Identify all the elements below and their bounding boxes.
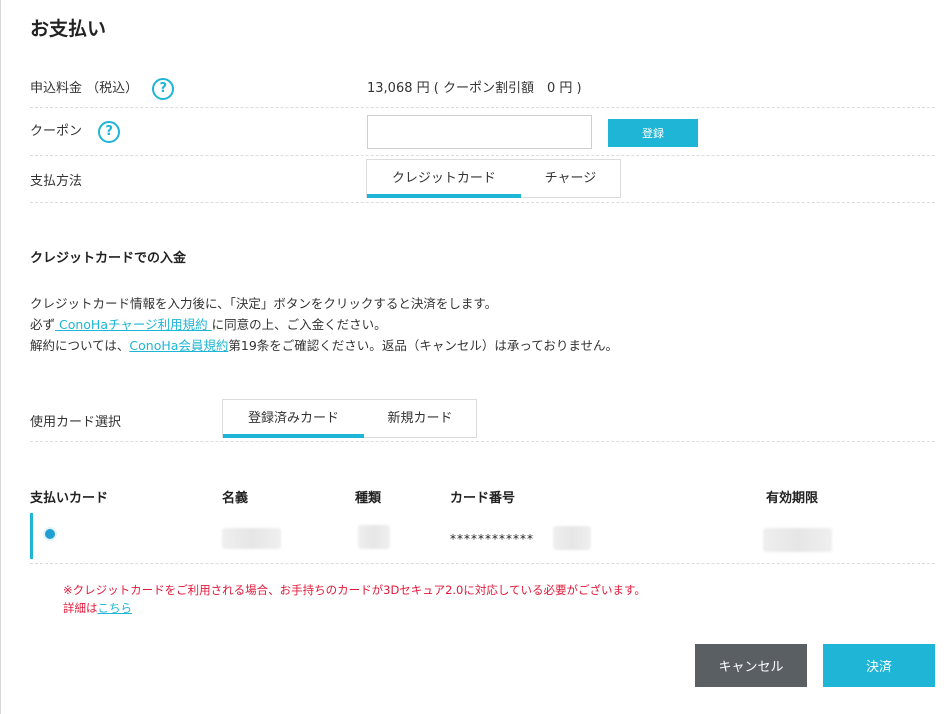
divider [30,202,935,203]
payment-method-tabs: クレジットカード チャージ [366,159,621,198]
header-card-type: 種類 [355,491,382,506]
card-number: ************ [450,532,534,546]
credit-desc-line3: 解約については、ConoHa会員規約第19条をご確認ください。返品（キャンセル）… [30,335,618,354]
page-title: お支払い [30,18,107,40]
header-payment-card: 支払いカード [30,491,109,506]
divider [30,441,935,442]
notice-detail: 詳細はこちら [63,600,132,616]
divider [30,155,935,156]
expiry-redacted [763,528,832,552]
tab-new-card[interactable]: 新規カード [364,400,476,437]
divider [30,563,935,564]
credit-desc-line1: クレジットカード情報を入力後に、「決定」ボタンをクリックすると決済をします。 [30,296,498,311]
detail-prefix: 詳細は [63,601,98,615]
cancel-button[interactable]: キャンセル [695,644,807,687]
card-radio[interactable] [45,529,55,539]
credit-section-title: クレジットカードでの入金 [30,251,187,266]
coupon-register-button[interactable]: 登録 [608,119,698,147]
detail-link[interactable]: こちら [98,601,133,615]
cancel-suffix: 第19条をご確認ください。返品（キャンセル）は承っておりません。 [228,338,618,353]
tab-credit-card[interactable]: クレジットカード [367,160,521,198]
header-card-number: カード番号 [450,491,516,506]
coupon-label: クーポン [30,124,83,139]
credit-desc-line2: 必ず ConoHaチャージ利用規約 に同意の上、ご入金ください。 [30,314,387,333]
selected-row-indicator [30,513,33,559]
holder-name-redacted [222,528,281,549]
fee-label: 申込料金 （税込） [30,81,139,96]
left-border [0,0,1,714]
tab-registered-card[interactable]: 登録済みカード [223,400,364,438]
header-holder-name: 名義 [222,491,249,506]
terms-suffix: に同意の上、ご入金ください。 [211,317,387,332]
terms-prefix: 必ず [30,317,56,332]
charge-terms-link[interactable]: ConoHaチャージ利用規約 [55,317,212,332]
tab-charge[interactable]: チャージ [521,160,620,197]
member-terms-link[interactable]: ConoHa会員規約 [129,338,228,353]
pay-button[interactable]: 決済 [823,644,935,687]
card-type-redacted [358,525,390,549]
coupon-input[interactable] [367,115,592,149]
fee-row: 申込料金 （税込） ? [30,77,175,100]
fee-value: 13,068 円 ( クーポン割引額 0 円 ) [367,81,582,96]
fee-help-icon[interactable]: ? [152,77,175,100]
divider [30,107,935,108]
payment-method-label: 支払方法 [30,174,83,189]
3ds-notice: ※クレジットカードをご利用される場合、お手持ちのカードが3Dセキュア2.0に対応… [63,583,646,597]
card-select-label: 使用カード選択 [30,415,122,430]
card-number-redacted [553,526,591,550]
card-select-tabs: 登録済みカード 新規カード [222,399,477,438]
header-expiry: 有効期限 [766,491,819,506]
cancel-prefix: 解約については、 [30,338,130,353]
coupon-help-icon[interactable]: ? [98,120,121,143]
coupon-row: クーポン ? [30,120,121,143]
